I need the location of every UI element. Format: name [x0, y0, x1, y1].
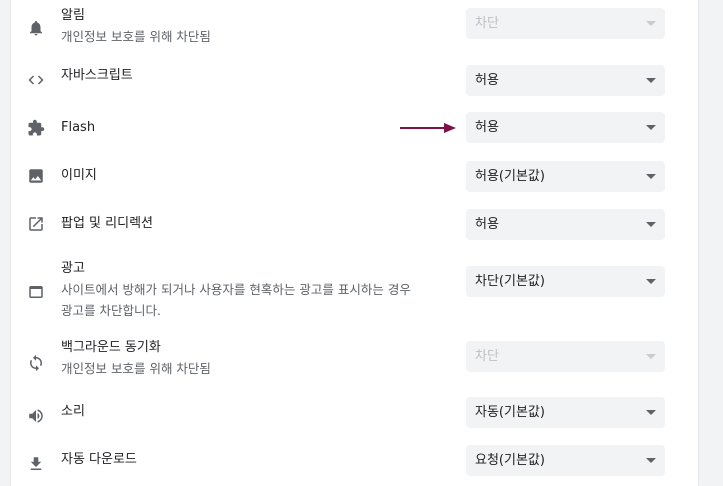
download-icon	[26, 454, 46, 474]
setting-title: 알림	[61, 8, 85, 23]
select-value: 허용	[475, 120, 499, 135]
popups-select[interactable]: 허용	[466, 209, 665, 240]
sound-select[interactable]: 자동(기본값)	[466, 397, 665, 428]
setting-description: 사이트에서 방해가 되거나 사용자를 현혹하는 광고를 표시하는 경우	[61, 282, 411, 297]
sync-icon	[26, 353, 46, 373]
setting-description-line2: 광고를 차단합니다.	[61, 303, 161, 318]
setting-title: 팝업 및 리디렉션	[61, 216, 153, 231]
puzzle-icon	[26, 118, 46, 138]
select-value: 허용	[475, 73, 499, 88]
chevron-down-icon	[646, 279, 656, 284]
setting-title: 이미지	[61, 168, 97, 183]
setting-title: 자동 다운로드	[61, 452, 137, 467]
chevron-down-icon	[646, 354, 656, 359]
bell-icon	[26, 18, 46, 38]
background-sync-select[interactable]: 차단	[466, 341, 665, 372]
select-value: 자동(기본값)	[475, 405, 545, 420]
images-select[interactable]: 허용(기본값)	[466, 161, 665, 192]
setting-description: 개인정보 보호를 위해 차단됨	[61, 361, 211, 376]
setting-description: 개인정보 보호를 위해 차단됨	[61, 29, 211, 44]
select-value: 허용(기본값)	[475, 169, 545, 184]
chevron-down-icon	[646, 222, 656, 227]
image-icon	[26, 166, 46, 186]
select-value: 차단	[475, 349, 499, 364]
setting-title: 자바스크립트	[61, 68, 133, 83]
ads-select[interactable]: 차단(기본값)	[466, 266, 665, 297]
flash-select[interactable]: 허용	[466, 112, 665, 143]
select-value: 차단	[475, 16, 499, 31]
chevron-down-icon	[646, 410, 656, 415]
downloads-select[interactable]: 요청(기본값)	[466, 445, 665, 476]
chevron-down-icon	[646, 174, 656, 179]
volume-icon	[26, 406, 46, 426]
setting-title: 소리	[61, 404, 85, 419]
select-value: 허용	[475, 217, 499, 232]
chevron-down-icon	[646, 78, 656, 83]
code-icon	[26, 70, 46, 90]
open-in-new-icon	[26, 214, 46, 234]
javascript-select[interactable]: 허용	[466, 65, 665, 96]
chevron-down-icon	[646, 21, 656, 26]
chevron-down-icon	[646, 458, 656, 463]
select-value: 요청(기본값)	[475, 453, 545, 468]
notifications-select[interactable]: 차단	[466, 8, 665, 39]
setting-title: 백그라운드 동기화	[61, 340, 161, 355]
setting-title: 광고	[61, 261, 85, 276]
site-settings-card: 알림 개인정보 보호를 위해 차단됨 차단 자바스크립트 허용 Flash 허용	[11, 0, 698, 486]
chevron-down-icon	[646, 125, 656, 130]
window-icon	[26, 282, 46, 302]
select-value: 차단(기본값)	[475, 274, 545, 289]
annotation-arrow-icon	[400, 123, 456, 133]
